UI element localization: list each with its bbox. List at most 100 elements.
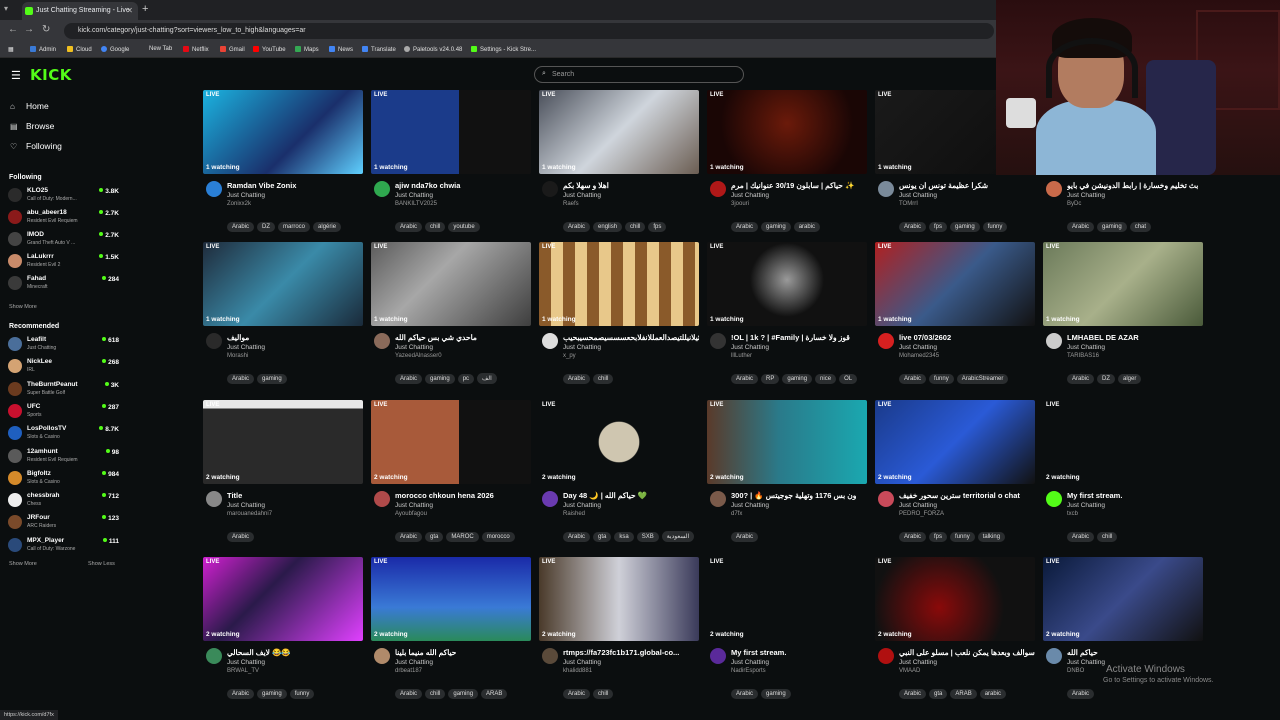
tag-chip[interactable]: السعودية xyxy=(661,531,695,542)
stream-title[interactable]: Title xyxy=(227,491,363,500)
stream-category[interactable]: Just Chatting xyxy=(731,659,769,666)
tag-chip[interactable]: Arabic xyxy=(563,222,591,232)
stream-card[interactable]: LIVE 1 watching LMHABEL DE AZAR Just Chatti… xyxy=(1043,242,1203,399)
streamer-avatar[interactable] xyxy=(1046,333,1062,349)
streamer-name[interactable]: TARIBAS16 xyxy=(1067,353,1099,359)
tag-chip[interactable]: chill xyxy=(593,374,614,384)
tag-chip[interactable]: youtube xyxy=(448,222,480,232)
tag-chip[interactable]: chat xyxy=(1129,222,1152,232)
stream-card[interactable]: LIVE 2 watching My first stream. Just Chatt… xyxy=(1043,400,1203,557)
stream-title[interactable]: لايف السحالي 😂😂 xyxy=(227,648,363,657)
stream-category[interactable]: Just Chatting xyxy=(227,659,265,666)
tag-chip[interactable]: chill xyxy=(593,689,614,699)
tag-chip[interactable]: gaming xyxy=(761,222,791,232)
streamer-avatar[interactable] xyxy=(542,648,558,664)
back-icon[interactable]: ← xyxy=(8,24,18,35)
tag-chip[interactable]: Arabic xyxy=(395,532,423,542)
streamer-avatar[interactable] xyxy=(710,181,726,197)
sidebar-channel[interactable]: UFC Sports 287 xyxy=(8,402,121,422)
tag-chip[interactable]: arabic xyxy=(979,689,1007,699)
stream-thumbnail[interactable]: LIVE 2 watching xyxy=(1043,557,1203,641)
tag-chip[interactable]: Arabic xyxy=(227,374,255,384)
streamer-name[interactable]: txcb xyxy=(1067,511,1078,517)
stream-thumbnail[interactable]: LIVE 1 watching xyxy=(539,242,699,326)
stream-title[interactable]: My first stream. xyxy=(731,648,867,657)
streamer-name[interactable]: Ayoubfagou xyxy=(395,511,427,517)
tag-chip[interactable]: DZ xyxy=(257,222,276,232)
bookmark-new-tab[interactable]: New Tab xyxy=(149,46,172,52)
stream-thumbnail[interactable]: LIVE 2 watching xyxy=(707,400,867,484)
stream-category[interactable]: Just Chatting xyxy=(731,344,769,351)
streamer-avatar[interactable] xyxy=(374,333,390,349)
tag-chip[interactable]: fps xyxy=(648,222,667,232)
tag-chip[interactable]: Arabic xyxy=(731,374,759,384)
tag-chip[interactable]: Arabic xyxy=(1067,532,1095,542)
streamer-avatar[interactable] xyxy=(542,181,558,197)
stream-card[interactable]: LIVE 2 watching 300? | 🔥 ون بس 1176 وتهلية… xyxy=(707,400,867,557)
stream-card[interactable]: LIVE 2 watching morocco chkoun hena 2026 Ju… xyxy=(371,400,531,557)
nav-browse[interactable]: ▤ Browse xyxy=(10,121,54,131)
tag-chip[interactable]: gaming xyxy=(761,689,791,699)
tag-chip[interactable]: fps xyxy=(929,532,948,542)
stream-title[interactable]: حياكم الله xyxy=(1067,648,1203,657)
tag-chip[interactable]: SXB xyxy=(636,532,659,542)
stream-category[interactable]: Just Chatting xyxy=(563,192,601,199)
search-input[interactable]: ⌕ Search xyxy=(534,66,744,83)
tag-chip[interactable]: Arabic xyxy=(731,222,759,232)
sidebar-channel[interactable]: LosPollosTV Slots & Casino 8.7K xyxy=(8,424,121,444)
stream-title[interactable]: My first stream. xyxy=(1067,491,1203,500)
stream-title[interactable]: morocco chkoun hena 2026 xyxy=(395,491,531,500)
streamer-name[interactable]: khalidd881 xyxy=(563,668,592,674)
streamer-avatar[interactable] xyxy=(542,491,558,507)
streamer-name[interactable]: d7fx xyxy=(731,511,742,517)
streamer-name[interactable]: YazeedAlnasser0 xyxy=(395,353,442,359)
streamer-avatar[interactable] xyxy=(206,333,222,349)
tag-chip[interactable]: funny xyxy=(982,222,1008,232)
tab-search-icon[interactable]: ▾ xyxy=(4,4,8,13)
reload-icon[interactable]: ↻ xyxy=(42,24,50,35)
tag-chip[interactable]: nice xyxy=(815,374,837,384)
tag-chip[interactable]: Arabic xyxy=(227,532,255,542)
tag-chip[interactable]: pc xyxy=(457,374,475,384)
tag-chip[interactable]: talking xyxy=(977,532,1006,542)
stream-title[interactable]: !OL | 1k ? | #Family | قوز ولا خسارة xyxy=(731,333,867,342)
stream-card[interactable]: LIVE 2 watching سوالف وبعدها يمكن نلعب | م… xyxy=(875,557,1035,714)
stream-card[interactable]: LIVE 1 watching حياكم | سابلون 30/19 عنوان… xyxy=(707,90,867,247)
sidebar-channel[interactable]: TheBurntPeanut Super Battle Golf 3K xyxy=(8,380,121,400)
stream-title[interactable]: Ramdan Vibe Zonix xyxy=(227,181,363,190)
bookmark-netflix[interactable]: Netflix xyxy=(183,46,209,53)
streamer-avatar[interactable] xyxy=(878,181,894,197)
tag-chip[interactable]: gaming xyxy=(1097,222,1127,232)
stream-title[interactable]: Day 48 🌙 | حياكم الله 💚 xyxy=(563,491,699,500)
streamer-name[interactable]: PEDRO_FORZA xyxy=(899,511,944,517)
tag-chip[interactable]: chill xyxy=(425,689,446,699)
streamer-avatar[interactable] xyxy=(206,648,222,664)
sidebar-channel[interactable]: chessbrah Chess 712 xyxy=(8,491,121,511)
stream-title[interactable]: حياكم الله منيما بلينا xyxy=(395,648,531,657)
sidebar-channel[interactable]: NickLee IRL 268 xyxy=(8,357,121,377)
tag-chip[interactable]: Arabic xyxy=(563,374,591,384)
tag-chip[interactable]: Arabic xyxy=(899,374,927,384)
tag-chip[interactable]: arabic xyxy=(793,222,821,232)
stream-card[interactable]: LIVE 1 watching لا بثيلانيللتيصدالعمللانفل… xyxy=(539,242,699,399)
tag-chip[interactable]: Arabic xyxy=(899,222,927,232)
stream-title[interactable]: شكرا عظيمة تونس ان يونس xyxy=(899,181,1035,190)
stream-thumbnail[interactable]: LIVE 1 watching xyxy=(707,90,867,174)
stream-thumbnail[interactable]: LIVE 2 watching xyxy=(371,557,531,641)
sidebar-channel[interactable]: JRFour ARC Raiders 123 xyxy=(8,513,121,533)
stream-category[interactable]: Just Chatting xyxy=(563,659,601,666)
tag-chip[interactable]: gta xyxy=(425,532,444,542)
streamer-name[interactable]: Zonixx2k xyxy=(227,201,251,207)
streamer-name[interactable]: marouanedahni7 xyxy=(227,511,272,517)
tag-chip[interactable]: Arabic xyxy=(563,532,591,542)
tag-chip[interactable]: marroco xyxy=(278,222,311,232)
show-more-recommended[interactable]: Show More xyxy=(9,561,37,567)
streamer-avatar[interactable] xyxy=(878,491,894,507)
tag-chip[interactable]: Arabic xyxy=(1067,374,1095,384)
sidebar-channel[interactable]: abu_abeer18 Resident Evil Requiem 2.7K xyxy=(8,208,121,228)
address-bar[interactable]: kick.com/category/just-chatting?sort=vie… xyxy=(64,23,994,39)
stream-card[interactable]: LIVE 1 watching !OL | 1k ? | #Family | قوز… xyxy=(707,242,867,399)
bookmark-admin[interactable]: Admin xyxy=(30,46,56,53)
tag-chip[interactable]: gaming xyxy=(448,689,479,699)
tag-chip[interactable]: chill xyxy=(425,222,446,232)
